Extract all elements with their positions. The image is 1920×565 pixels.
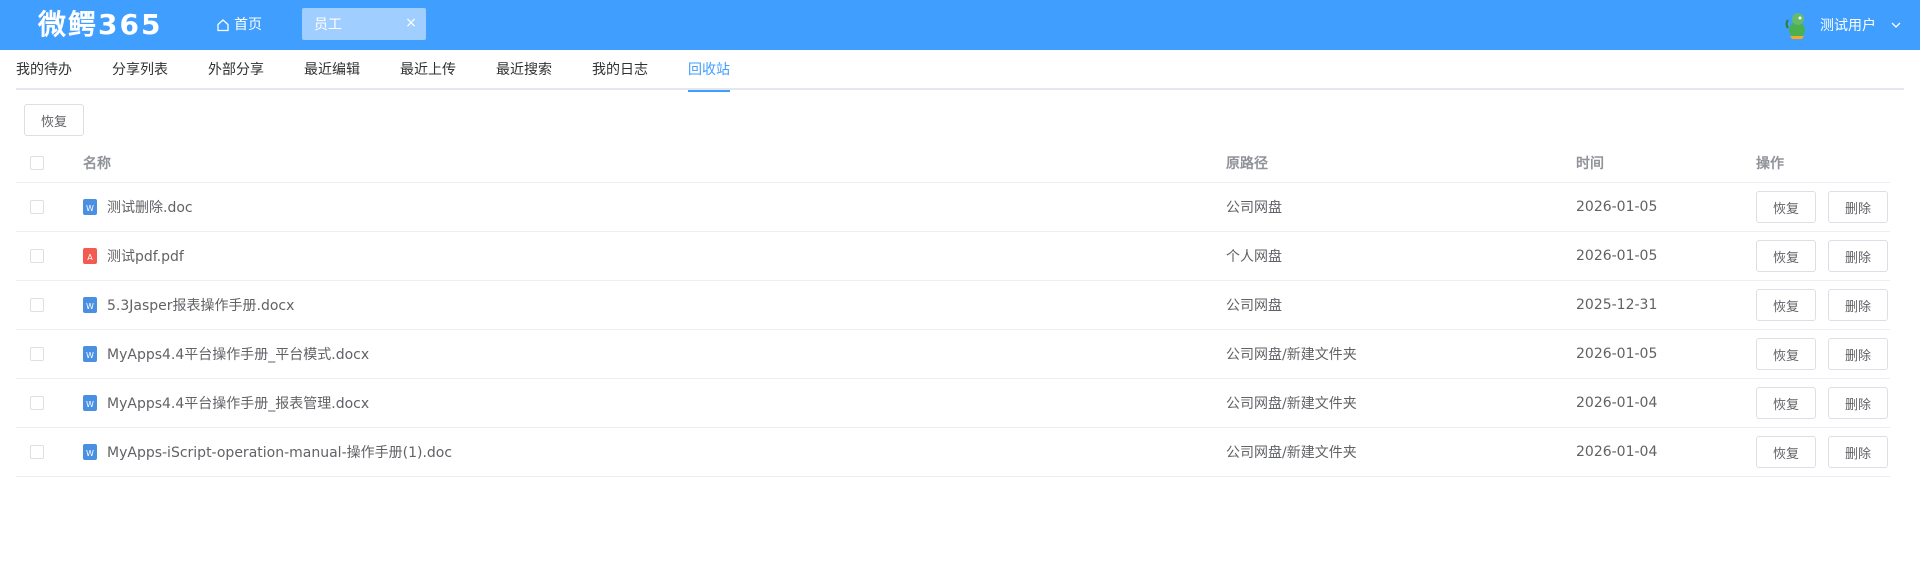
deleted-time: 2026-01-05 (1576, 248, 1658, 264)
original-path: 公司网盘 (1226, 298, 1282, 314)
select-all-checkbox[interactable] (30, 155, 44, 170)
avatar (1785, 13, 1805, 39)
app-logo: 微鳄365 (38, 8, 163, 41)
column-header-ops: 操作 (1756, 155, 1784, 172)
restore-selected-button[interactable]: 恢复 (24, 104, 84, 136)
restore-button[interactable]: 恢复 (1756, 289, 1816, 321)
home-label: 首页 (234, 17, 262, 33)
file-name: 测试删除.doc (107, 200, 193, 216)
word-file-icon: W (83, 199, 97, 215)
restore-button[interactable]: 恢复 (1756, 191, 1816, 223)
delete-button[interactable]: 删除 (1828, 436, 1888, 468)
column-header-path: 原路径 (1226, 155, 1268, 172)
restore-button[interactable]: 恢复 (1756, 240, 1816, 272)
file-name: MyApps-iScript-operation-manual-操作手册(1).… (107, 445, 453, 461)
original-path: 个人网盘 (1226, 249, 1282, 265)
user-name: 测试用户 (1820, 18, 1876, 34)
deleted-time: 2026-01-05 (1576, 199, 1658, 215)
sub-navigation: 我的待办 分享列表 外部分享 最近编辑 最近上传 最近搜索 我的日志 回收站 (16, 50, 1904, 92)
tab-external-share[interactable]: 外部分享 (208, 50, 264, 90)
word-file-icon: W (83, 395, 97, 411)
table-row: W MyApps-iScript-operation-manual-操作手册(1… (16, 428, 1890, 477)
home-link[interactable]: 首页 (216, 14, 262, 36)
file-name: 5.3Jasper报表操作手册.docx (107, 298, 295, 314)
original-path: 公司网盘/新建文件夹 (1226, 396, 1357, 412)
file-name: MyApps4.4平台操作手册_平台模式.docx (107, 347, 370, 363)
table-row: W 测试删除.doc 公司网盘 2026-01-05 恢复 删除 (16, 183, 1890, 232)
tab-recent-upload[interactable]: 最近上传 (400, 50, 456, 90)
column-header-name: 名称 (83, 155, 111, 172)
delete-button[interactable]: 删除 (1828, 387, 1888, 419)
deleted-time: 2026-01-04 (1576, 395, 1658, 411)
table-row: W 5.3Jasper报表操作手册.docx 公司网盘 2025-12-31 恢… (16, 281, 1890, 330)
recycle-bin-table: 名称 原路径 时间 操作 W 测试删除.doc 公司网盘 2026-01-05 … (16, 143, 1890, 477)
user-menu[interactable]: 测试用户 (1782, 10, 1902, 40)
delete-button[interactable]: 删除 (1828, 240, 1888, 272)
row-checkbox[interactable] (30, 249, 44, 263)
row-checkbox[interactable] (30, 445, 44, 459)
home-icon (217, 19, 229, 32)
word-file-icon: W (83, 297, 97, 313)
original-path: 公司网盘 (1226, 200, 1282, 216)
row-checkbox[interactable] (30, 396, 44, 410)
row-checkbox[interactable] (30, 200, 44, 214)
row-checkbox[interactable] (30, 298, 44, 312)
pdf-file-icon: A (83, 248, 97, 264)
deleted-time: 2026-01-05 (1576, 346, 1658, 362)
chevron-down-icon (1891, 22, 1901, 28)
table-row: A 测试pdf.pdf 个人网盘 2026-01-05 恢复 删除 (16, 232, 1890, 281)
file-name: MyApps4.4平台操作手册_报表管理.docx (107, 396, 370, 412)
file-name: 测试pdf.pdf (107, 249, 184, 265)
tab-my-log[interactable]: 我的日志 (592, 50, 648, 90)
close-icon[interactable]: × (404, 16, 418, 30)
tab-share-list[interactable]: 分享列表 (112, 50, 168, 90)
row-checkbox[interactable] (30, 347, 44, 361)
table-row: W MyApps4.4平台操作手册_平台模式.docx 公司网盘/新建文件夹 2… (16, 330, 1890, 379)
top-header: 微鳄365 首页 员工 × 测试用户 (0, 0, 1920, 50)
restore-button[interactable]: 恢复 (1756, 338, 1816, 370)
restore-button[interactable]: 恢复 (1756, 436, 1816, 468)
open-tab-label: 员工 (314, 17, 342, 33)
deleted-time: 2026-01-04 (1576, 444, 1658, 460)
word-file-icon: W (83, 346, 97, 362)
original-path: 公司网盘/新建文件夹 (1226, 347, 1357, 363)
delete-button[interactable]: 删除 (1828, 289, 1888, 321)
delete-button[interactable]: 删除 (1828, 338, 1888, 370)
tab-my-todo[interactable]: 我的待办 (16, 50, 72, 90)
deleted-time: 2025-12-31 (1576, 297, 1658, 313)
delete-button[interactable]: 删除 (1828, 191, 1888, 223)
table-header-row: 名称 原路径 时间 操作 (16, 143, 1890, 183)
tab-recent-edit[interactable]: 最近编辑 (304, 50, 360, 90)
tab-recycle-bin[interactable]: 回收站 (688, 50, 730, 92)
table-row: W MyApps4.4平台操作手册_报表管理.docx 公司网盘/新建文件夹 2… (16, 379, 1890, 428)
original-path: 公司网盘/新建文件夹 (1226, 445, 1357, 461)
restore-button[interactable]: 恢复 (1756, 387, 1816, 419)
word-file-icon: W (83, 444, 97, 460)
open-tab-employee[interactable]: 员工 × (302, 8, 426, 40)
tab-recent-search[interactable]: 最近搜索 (496, 50, 552, 90)
column-header-time: 时间 (1576, 155, 1604, 172)
